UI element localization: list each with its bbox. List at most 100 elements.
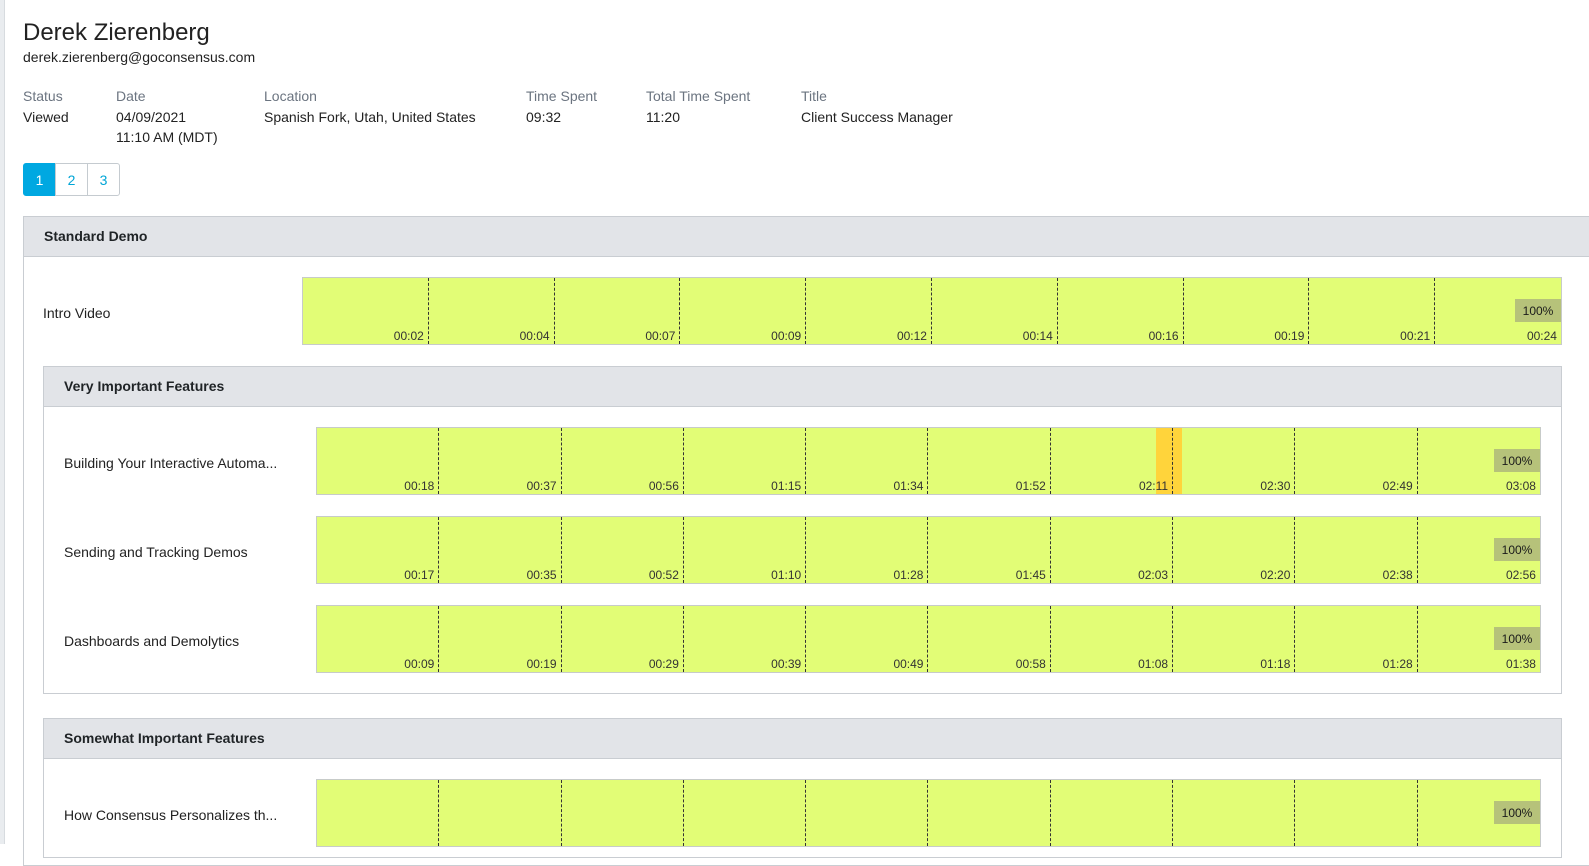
viewer-email: derek.zierenberg@goconsensus.com (23, 49, 256, 65)
timeline-segment: 02:30 (1173, 428, 1296, 494)
timeline-tick-label: 00:24 (1526, 329, 1557, 343)
time-spent-label: Time Spent (526, 88, 598, 104)
section-title: Very Important Features (44, 367, 1561, 407)
timeline-segment (439, 780, 562, 846)
timeline-tick-label: 01:28 (893, 568, 924, 582)
timeline-segment: 01:18 (1173, 606, 1296, 672)
timeline-tick-label: 01:45 (1015, 568, 1046, 582)
title-label: Title (801, 88, 827, 104)
video-label-sending: Sending and Tracking Demos (64, 544, 248, 560)
timeline-segment: 00:12 (806, 278, 932, 344)
video-heatmap-sending[interactable]: 00:17 00:35 00:52 01:10 01:28 01:45 02:03 02:20… (316, 516, 1541, 584)
timeline-segment: 00:19 (439, 606, 562, 672)
timeline-segment: 00:21 (1309, 278, 1436, 344)
timeline-tick-label: 01:15 (771, 479, 802, 493)
completion-badge: 100% (1494, 801, 1540, 824)
timeline-tick-label: 02:49 (1382, 479, 1413, 493)
timeline-tick-label: 00:17 (404, 568, 435, 582)
status-field: Status Viewed (23, 86, 69, 127)
video-heatmap-building[interactable]: 00:18 00:37 00:56 01:15 01:34 01:52 02:11 02:30… (316, 427, 1541, 495)
timeline-tick-label: 01:34 (893, 479, 924, 493)
timeline-tick-label: 00:56 (648, 479, 679, 493)
timeline-tick-label: 00:04 (519, 329, 550, 343)
timeline-segment: 00:04 (429, 278, 555, 344)
timeline-segment: 01:52 (929, 428, 1051, 494)
page-2-button[interactable]: 2 (55, 163, 88, 196)
timeline-tick-label: 00:29 (648, 657, 679, 671)
timeline-tick-label: 03:08 (1505, 479, 1536, 493)
timeline-segment: 02:20 (1173, 517, 1296, 583)
completion-badge: 100% (1494, 538, 1540, 561)
timeline-segment (684, 780, 807, 846)
timeline-segment: 01:10 (684, 517, 807, 583)
timeline-tick-label: 00:18 (404, 479, 435, 493)
timeline-tick-label: 02:38 (1382, 568, 1413, 582)
total-time-spent-value: 11:20 (646, 108, 680, 125)
timeline-segment (1173, 780, 1296, 846)
timeline-tick-label: 01:18 (1260, 657, 1291, 671)
timeline-tick-label: 00:52 (648, 568, 679, 582)
timeline-segment: 00:17 (317, 517, 440, 583)
video-heatmap-intro[interactable]: 00:02 00:04 00:07 00:09 00:12 00:14 00:16 00:19… (302, 277, 1562, 345)
timeline-tick-label: 02:30 (1260, 479, 1291, 493)
total-time-spent-field: Total Time Spent 11:20 (646, 86, 750, 127)
timeline-segment: 02:49 (1295, 428, 1418, 494)
timeline-segment: 02:38 (1295, 517, 1418, 583)
timeline-tick-label: 00:09 (771, 329, 802, 343)
timeline-tick-label: 00:39 (771, 657, 802, 671)
timeline-tick-label: 01:52 (1015, 479, 1046, 493)
video-label-intro: Intro Video (43, 305, 111, 321)
timeline-segment: 01:08 (1051, 606, 1174, 672)
left-edge-divider (0, 0, 5, 844)
timeline-segment (1051, 780, 1174, 846)
timeline-segment (806, 780, 929, 846)
viewer-name: Derek Zierenberg (23, 19, 210, 46)
section-title: Somewhat Important Features (44, 719, 1561, 759)
timeline-tick-label: 00:37 (526, 479, 557, 493)
timeline-segment: 00:52 (562, 517, 684, 583)
timeline-segment: 00:09 (680, 278, 807, 344)
timeline-segment: 00:39 (684, 606, 807, 672)
date-value: 04/09/2021 (116, 108, 187, 125)
completion-badge: 100% (1494, 449, 1540, 472)
timeline-segment: 00:29 (562, 606, 684, 672)
timeline-segment: 00:09 (317, 606, 440, 672)
time-spent-field: Time Spent 09:32 (526, 86, 597, 127)
title-value: Client Success Manager (801, 108, 953, 125)
timeline-segment: 00:58 (929, 606, 1051, 672)
video-heatmap-personalizes[interactable]: 100% (316, 779, 1541, 847)
timeline-segment: 01:28 (806, 517, 929, 583)
timeline-segment: 01:28 (1295, 606, 1418, 672)
location-value: Spanish Fork, Utah, United States (264, 108, 476, 125)
timeline-segment: 00:35 (439, 517, 562, 583)
page-3-button[interactable]: 3 (87, 163, 120, 196)
status-value: Viewed (23, 108, 69, 125)
timeline-segment: 00:19 (1184, 278, 1310, 344)
timeline-tick-label: 01:10 (771, 568, 802, 582)
timeline-segment: 00:07 (555, 278, 681, 344)
video-heatmap-dashboards[interactable]: 00:09 00:19 00:29 00:39 00:49 00:58 01:08 01:18… (316, 605, 1541, 673)
time-spent-value: 09:32 (526, 108, 562, 125)
title-field: Title Client Success Manager (801, 86, 953, 127)
total-time-spent-label: Total Time Spent (646, 88, 751, 104)
timeline-segment: 00:14 (932, 278, 1058, 344)
date-label: Date (116, 88, 146, 104)
timeline-tick-label: 00:12 (896, 329, 927, 343)
timeline-tick-label: 00:35 (526, 568, 557, 582)
timeline-segment: 00:37 (439, 428, 562, 494)
timeline-segment: 01:45 (929, 517, 1051, 583)
timeline-tick-label: 02:20 (1260, 568, 1291, 582)
timeline-tick-label: 00:07 (645, 329, 676, 343)
video-label-personalizes: How Consensus Personalizes th... (64, 807, 278, 823)
page-1-button[interactable]: 1 (23, 163, 56, 196)
timeline-segment: 00:16 (1058, 278, 1184, 344)
timeline-segment: 00:02 (303, 278, 429, 344)
timeline-tick-label: 02:56 (1505, 568, 1536, 582)
timeline-tick-label: 00:14 (1022, 329, 1053, 343)
timeline-tick-label: 02:03 (1138, 568, 1169, 582)
timeline-segment: 01:34 (806, 428, 929, 494)
timeline-segment (1295, 780, 1418, 846)
timeline-tick-label: 00:09 (404, 657, 435, 671)
timeline-segment (317, 780, 440, 846)
timeline-tick-label: 00:19 (526, 657, 557, 671)
